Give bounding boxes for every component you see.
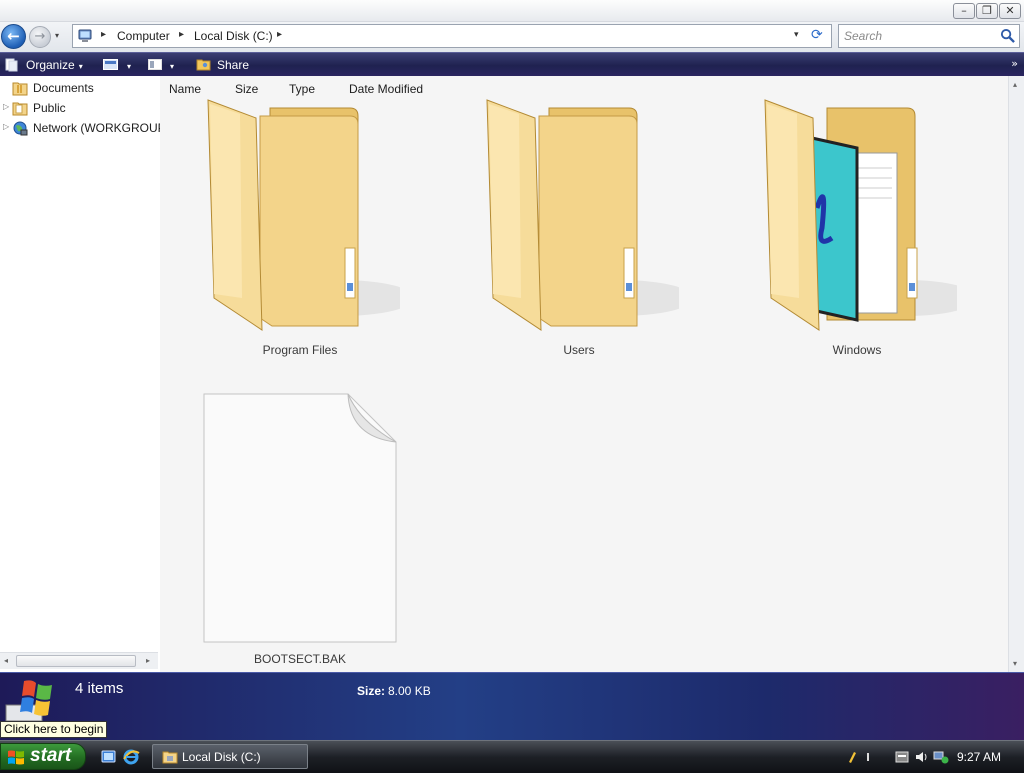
column-header-name[interactable]: Name [169,82,201,96]
content-vertical-scrollbar[interactable]: ▴ ▾ [1008,76,1024,672]
tray-separator-icon [867,753,869,761]
item-label: BOOTSECT.BAK [253,652,347,666]
network-globe-icon [13,121,28,136]
breadcrumb-local-disk[interactable]: Local Disk (C:) [194,29,273,43]
large-folder-icon [207,99,415,331]
folder-item-program-files[interactable]: Program Files [200,98,415,358]
close-button[interactable]: ✕ [999,3,1021,19]
start-label: start [30,745,72,766]
windows-logo-icon [5,680,52,722]
folder-icon [12,102,28,116]
breadcrumb-separator[interactable]: ▸ [101,29,106,40]
organize-icon [5,58,18,72]
item-label: Users [563,343,595,357]
tree-item-documents[interactable]: Documents [0,79,160,97]
volume-icon[interactable] [914,750,928,764]
organize-label: Organize [26,58,75,72]
drive-folder-icon [162,751,178,764]
scroll-down-arrow[interactable]: ▾ [1013,659,1017,668]
search-icon[interactable] [1000,28,1015,43]
size-value: 8.00 KB [388,684,431,698]
scrollbar-thumb[interactable] [16,655,136,667]
system-tray: 9:27 AM [838,744,1022,770]
maximize-button[interactable]: ❐ [976,3,998,19]
tree-item-network[interactable]: ▷ Network (WORKGROUP [0,119,166,137]
address-bar[interactable]: ▸ Computer ▸ Local Disk (C:) ▸ ▾ ⟳ [72,24,832,48]
views-button[interactable]: ▾ [103,56,131,74]
internet-explorer-icon[interactable] [122,748,140,766]
computer-icon [78,29,92,42]
windows-flag-icon [8,750,24,765]
network-status-icon[interactable] [933,750,949,764]
organize-dropdown-arrow: ▾ [78,62,83,71]
share-label: Share [217,58,250,72]
tree-label: Documents [33,81,94,95]
back-button[interactable]: ← [1,24,26,49]
taskbar-button-label: Local Disk (C:) [182,750,261,764]
breadcrumb-separator[interactable]: ▸ [179,29,184,40]
window-title-bar: – ❐ ✕ [0,0,1024,22]
layout-dropdown-arrow: ▾ [170,62,175,71]
search-box[interactable]: Search [838,24,1020,48]
views-icon [103,59,118,70]
taskbar: start Local Disk (C:) 9:27 AM [0,740,1024,773]
item-label: Program Files [262,343,338,357]
expand-arrow-icon[interactable]: ▷ [3,122,9,131]
tree-label: Public [33,101,66,115]
windows-folder-icon [764,99,977,331]
column-header-size[interactable]: Size [235,82,258,96]
views-dropdown-arrow: ▾ [127,62,132,71]
navigation-pane: Documents ▷ Public ▷ Network (WORKGROUP … [0,76,166,669]
start-button[interactable]: start [0,743,86,770]
file-item-bootsect-bak[interactable]: BOOTSECT.BAK [200,392,400,670]
file-list-pane: Name Size Type Date Modified Program Fil… [160,76,1008,672]
nav-horizontal-scrollbar[interactable]: ◂ ▸ [0,652,158,669]
column-header-date-modified[interactable]: Date Modified [349,82,423,96]
pen-icon[interactable] [847,750,857,764]
scroll-up-arrow[interactable]: ▴ [1013,80,1017,89]
item-label: Windows [832,343,882,357]
vm-tools-icon[interactable] [895,750,909,764]
forward-button[interactable]: → [29,26,51,48]
start-tooltip: Click here to begin [0,721,108,738]
minimize-button[interactable]: – [953,3,975,19]
item-count: 4 items [75,680,124,697]
clock[interactable]: 9:27 AM [957,750,1001,764]
breadcrumb-separator[interactable]: ▸ [277,29,282,40]
layout-icon [148,59,162,70]
scroll-left-arrow[interactable]: ◂ [4,656,8,665]
share-folder-icon [196,59,211,71]
expand-arrow-icon[interactable]: ▷ [3,102,9,111]
recent-pages-dropdown[interactable]: ▾ [55,31,59,40]
tree-item-public[interactable]: ▷ Public [0,99,160,117]
more-commands-chevron[interactable]: » [1011,57,1018,70]
refresh-icon[interactable]: ⟳ [811,27,823,43]
search-placeholder: Search [844,29,883,43]
column-header-type[interactable]: Type [289,82,315,96]
layout-button[interactable]: ▾ [148,56,174,74]
large-folder-icon [486,99,694,331]
address-dropdown-arrow[interactable]: ▾ [794,30,799,40]
documents-folder-icon [12,82,28,96]
share-button[interactable]: Share [196,56,249,74]
folder-item-users[interactable]: Users [479,98,694,358]
details-pane: 4 items Size: 8.00 KB [0,672,1024,740]
address-toolbar: ← → ▾ ▸ Computer ▸ Local Disk (C:) ▸ ▾ ⟳… [0,22,1024,52]
column-headers: Name Size Type Date Modified [160,76,1008,100]
show-desktop-icon[interactable] [100,748,118,766]
taskbar-button-local-disk[interactable]: Local Disk (C:) [152,744,308,769]
generic-file-icon [203,393,397,643]
tree-label: Network (WORKGROUP [33,121,166,135]
organize-button[interactable]: Organize ▾ [5,56,83,74]
folder-item-windows[interactable]: Windows [757,98,977,358]
breadcrumb-computer[interactable]: Computer [117,29,170,43]
scroll-right-arrow[interactable]: ▸ [146,656,150,665]
size-label: Size: [357,684,386,698]
command-bar: Organize ▾ ▾ ▾ Share » [0,52,1024,76]
